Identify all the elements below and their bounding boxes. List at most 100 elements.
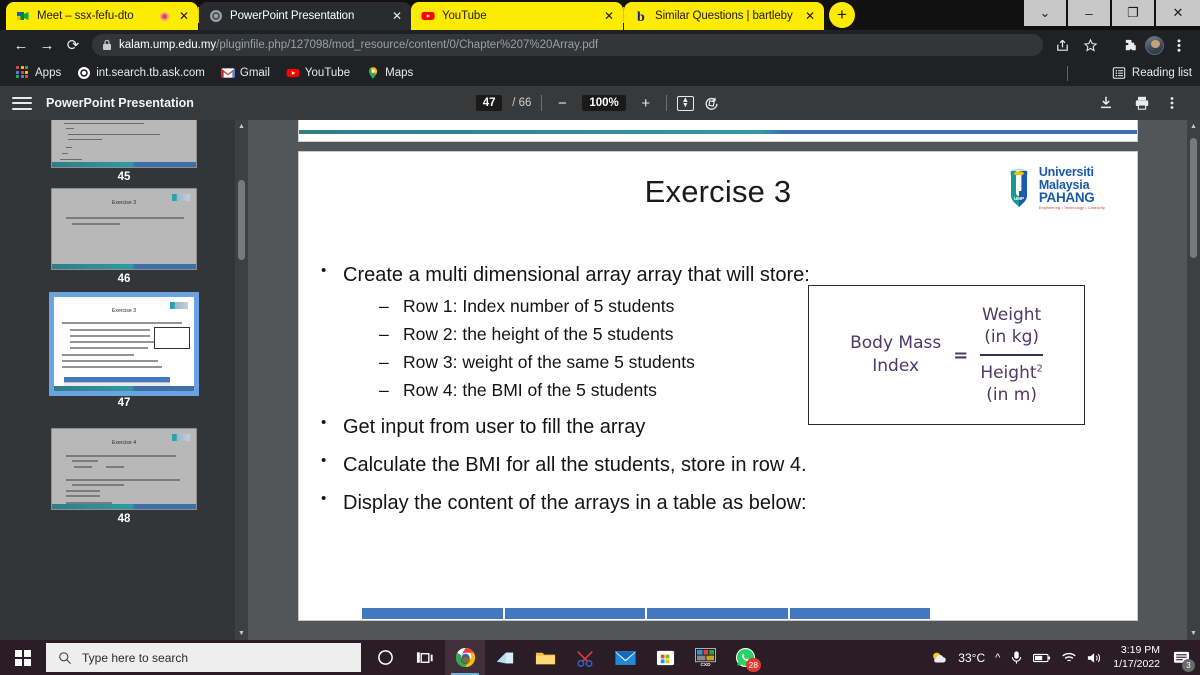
google-chrome-icon[interactable] — [445, 640, 485, 675]
bartleby-icon: b — [634, 9, 648, 23]
document-scrollbar[interactable]: ▲ ▼ — [1187, 120, 1200, 640]
reading-list-icon — [1112, 66, 1126, 80]
url-path: /pluginfile.php/127098/mod_resource/cont… — [216, 39, 599, 51]
bmi-numerator: Weight (in kg) — [980, 304, 1043, 350]
thumbnail-item-selected[interactable]: Exercise 3 47 — [49, 292, 199, 409]
zoom-in-button[interactable]: + — [636, 95, 656, 112]
bookmark-youtube[interactable]: YouTube — [278, 62, 358, 84]
bullet-marker: – — [379, 324, 389, 344]
tab-close-button[interactable]: ✕ — [176, 8, 192, 24]
microphone-icon[interactable] — [1010, 650, 1023, 665]
browser-tab-powerpoint-presentation[interactable]: PowerPoint Presentation ✕ — [199, 2, 411, 30]
pdf-document-pane[interactable]: Exercise 3 UMP Universiti Malaysia PAHAN… — [248, 120, 1200, 640]
browser-tab-meet[interactable]: Meet – ssx-fefu-dto ✕ — [6, 2, 198, 30]
browser-tab-youtube[interactable]: YouTube ✕ — [411, 2, 623, 30]
thumbnail-page-46[interactable]: Exercise 3 — [51, 188, 197, 270]
thumbnail-page-47[interactable]: Exercise 3 — [49, 292, 199, 396]
tab-close-button[interactable]: ✕ — [389, 8, 405, 24]
hamburger-menu-icon[interactable] — [12, 96, 32, 110]
system-tray: 33°C ^ 3:19 PM 1/17/2022 3 — [930, 640, 1200, 675]
bullet-text: Create a multi dimensional array array t… — [343, 264, 810, 286]
zoom-out-button[interactable]: − — [552, 95, 572, 112]
table-header-cell — [503, 607, 646, 620]
cortana-circle-icon[interactable] — [365, 640, 405, 675]
office-icon[interactable] — [485, 640, 525, 675]
partly-cloudy-icon[interactable] — [930, 649, 948, 667]
star-icon[interactable] — [1077, 32, 1103, 58]
thumbnail-item[interactable]: Exercise 4 48 — [51, 428, 197, 525]
thumbnail-item[interactable]: 45 — [51, 120, 197, 183]
three-dot-menu-icon[interactable] — [1166, 32, 1192, 58]
scrollbar-thumb[interactable] — [238, 180, 245, 260]
pdf-document-title: PowerPoint Presentation — [46, 96, 194, 110]
tab-close-button[interactable]: ✕ — [601, 8, 617, 24]
download-icon[interactable] — [1098, 95, 1118, 111]
volume-icon[interactable] — [1087, 651, 1103, 665]
thumbnail-title: Exercise 3 — [111, 200, 137, 206]
whatsapp-icon[interactable]: 28 — [725, 640, 765, 675]
forward-button[interactable]: → — [34, 32, 60, 58]
new-tab-button[interactable]: + — [829, 2, 855, 28]
pdf-body: 45 Exercise 3 46 Exercise 3 47 Exercise … — [0, 120, 1200, 640]
bullet-marker: – — [379, 296, 389, 316]
window-restore-button[interactable]: ❐ — [1112, 0, 1156, 26]
bookmark-apps[interactable]: Apps — [8, 62, 69, 84]
bullet-marker: – — [379, 380, 389, 400]
pdf-globe-icon — [209, 9, 223, 23]
more-options-icon[interactable] — [1170, 95, 1190, 111]
scroll-up-arrow[interactable]: ▲ — [235, 120, 248, 133]
tray-time: 3:19 PM — [1120, 644, 1160, 657]
fit-to-page-icon[interactable]: ▲ ▼ — [676, 95, 694, 111]
windows-start-icon[interactable] — [0, 640, 46, 675]
scroll-down-arrow[interactable]: ▼ — [1187, 627, 1200, 640]
reload-button[interactable]: ⟳ — [60, 32, 86, 58]
mail-icon[interactable] — [605, 640, 645, 675]
scroll-down-arrow[interactable]: ▼ — [235, 627, 248, 640]
thumbnail-list: 45 Exercise 3 46 Exercise 3 47 Exercise … — [0, 120, 248, 530]
profile-avatar[interactable] — [1145, 35, 1164, 55]
battery-icon[interactable] — [1033, 652, 1051, 664]
window-dropdown-button[interactable]: ⌄ — [1024, 0, 1068, 26]
task-view-icon[interactable] — [405, 640, 445, 675]
cxd-app-icon[interactable]: CXD — [685, 640, 725, 675]
action-center-icon[interactable]: 3 — [1170, 647, 1195, 672]
thumbnail-item[interactable]: Exercise 3 46 — [51, 188, 197, 285]
thumbnail-page-48[interactable]: Exercise 4 — [51, 428, 197, 510]
recording-indicator-icon[interactable] — [160, 11, 169, 21]
bookmark-int-search-tb-ask-com[interactable]: int.search.tb.ask.com — [69, 62, 213, 84]
zoom-level-label[interactable]: 100% — [582, 95, 626, 111]
tab-title: Meet – ssx-fefu-dto — [37, 10, 134, 22]
bookmark-gmail[interactable]: Gmail — [213, 62, 278, 84]
scrollbar-thumb[interactable] — [1190, 138, 1197, 258]
scroll-up-arrow[interactable]: ▲ — [1187, 120, 1200, 133]
file-explorer-icon[interactable] — [525, 640, 565, 675]
back-button[interactable]: ← — [8, 32, 34, 58]
tab-close-button[interactable]: ✕ — [802, 8, 818, 24]
rotate-icon[interactable] — [704, 95, 724, 111]
notification-count-badge: 3 — [1182, 658, 1195, 672]
wifi-icon[interactable] — [1061, 651, 1077, 664]
share-icon[interactable] — [1049, 32, 1075, 58]
microsoft-store-icon[interactable] — [645, 640, 685, 675]
thumbnail-page-45[interactable] — [51, 120, 197, 168]
clock[interactable]: 3:19 PM 1/17/2022 — [1113, 644, 1160, 670]
bookmark-maps[interactable]: Maps — [358, 62, 421, 84]
window-close-button[interactable]: ✕ — [1156, 0, 1200, 26]
ump-mark-text: UMP — [1014, 196, 1024, 201]
slide-page-47: Exercise 3 UMP Universiti Malaysia PAHAN… — [298, 151, 1138, 621]
puzzle-icon[interactable] — [1117, 32, 1143, 58]
browser-tab-bartleby[interactable]: b Similar Questions | bartleby ✕ — [624, 2, 824, 30]
print-icon[interactable] — [1134, 95, 1154, 111]
search-input[interactable]: Type here to search — [46, 643, 361, 672]
page-number-input[interactable]: 47 — [476, 95, 503, 111]
address-bar[interactable]: kalam.ump.edu.my/pluginfile.php/127098/m… — [92, 34, 1043, 56]
thumbnail-pane[interactable]: 45 Exercise 3 46 Exercise 3 47 Exercise … — [0, 120, 248, 640]
snipping-tool-icon[interactable] — [565, 640, 605, 675]
reading-list-button[interactable]: Reading list — [1112, 66, 1192, 80]
bmi-numerator-line1: Weight — [981, 304, 1042, 325]
window-minimize-button[interactable]: – — [1068, 0, 1112, 26]
thumbnail-scrollbar[interactable]: ▲ ▼ — [235, 120, 248, 640]
show-hidden-icons-chevron[interactable]: ^ — [995, 652, 1000, 664]
slide-accent-bar — [52, 504, 196, 509]
table-header-cell — [788, 607, 931, 620]
